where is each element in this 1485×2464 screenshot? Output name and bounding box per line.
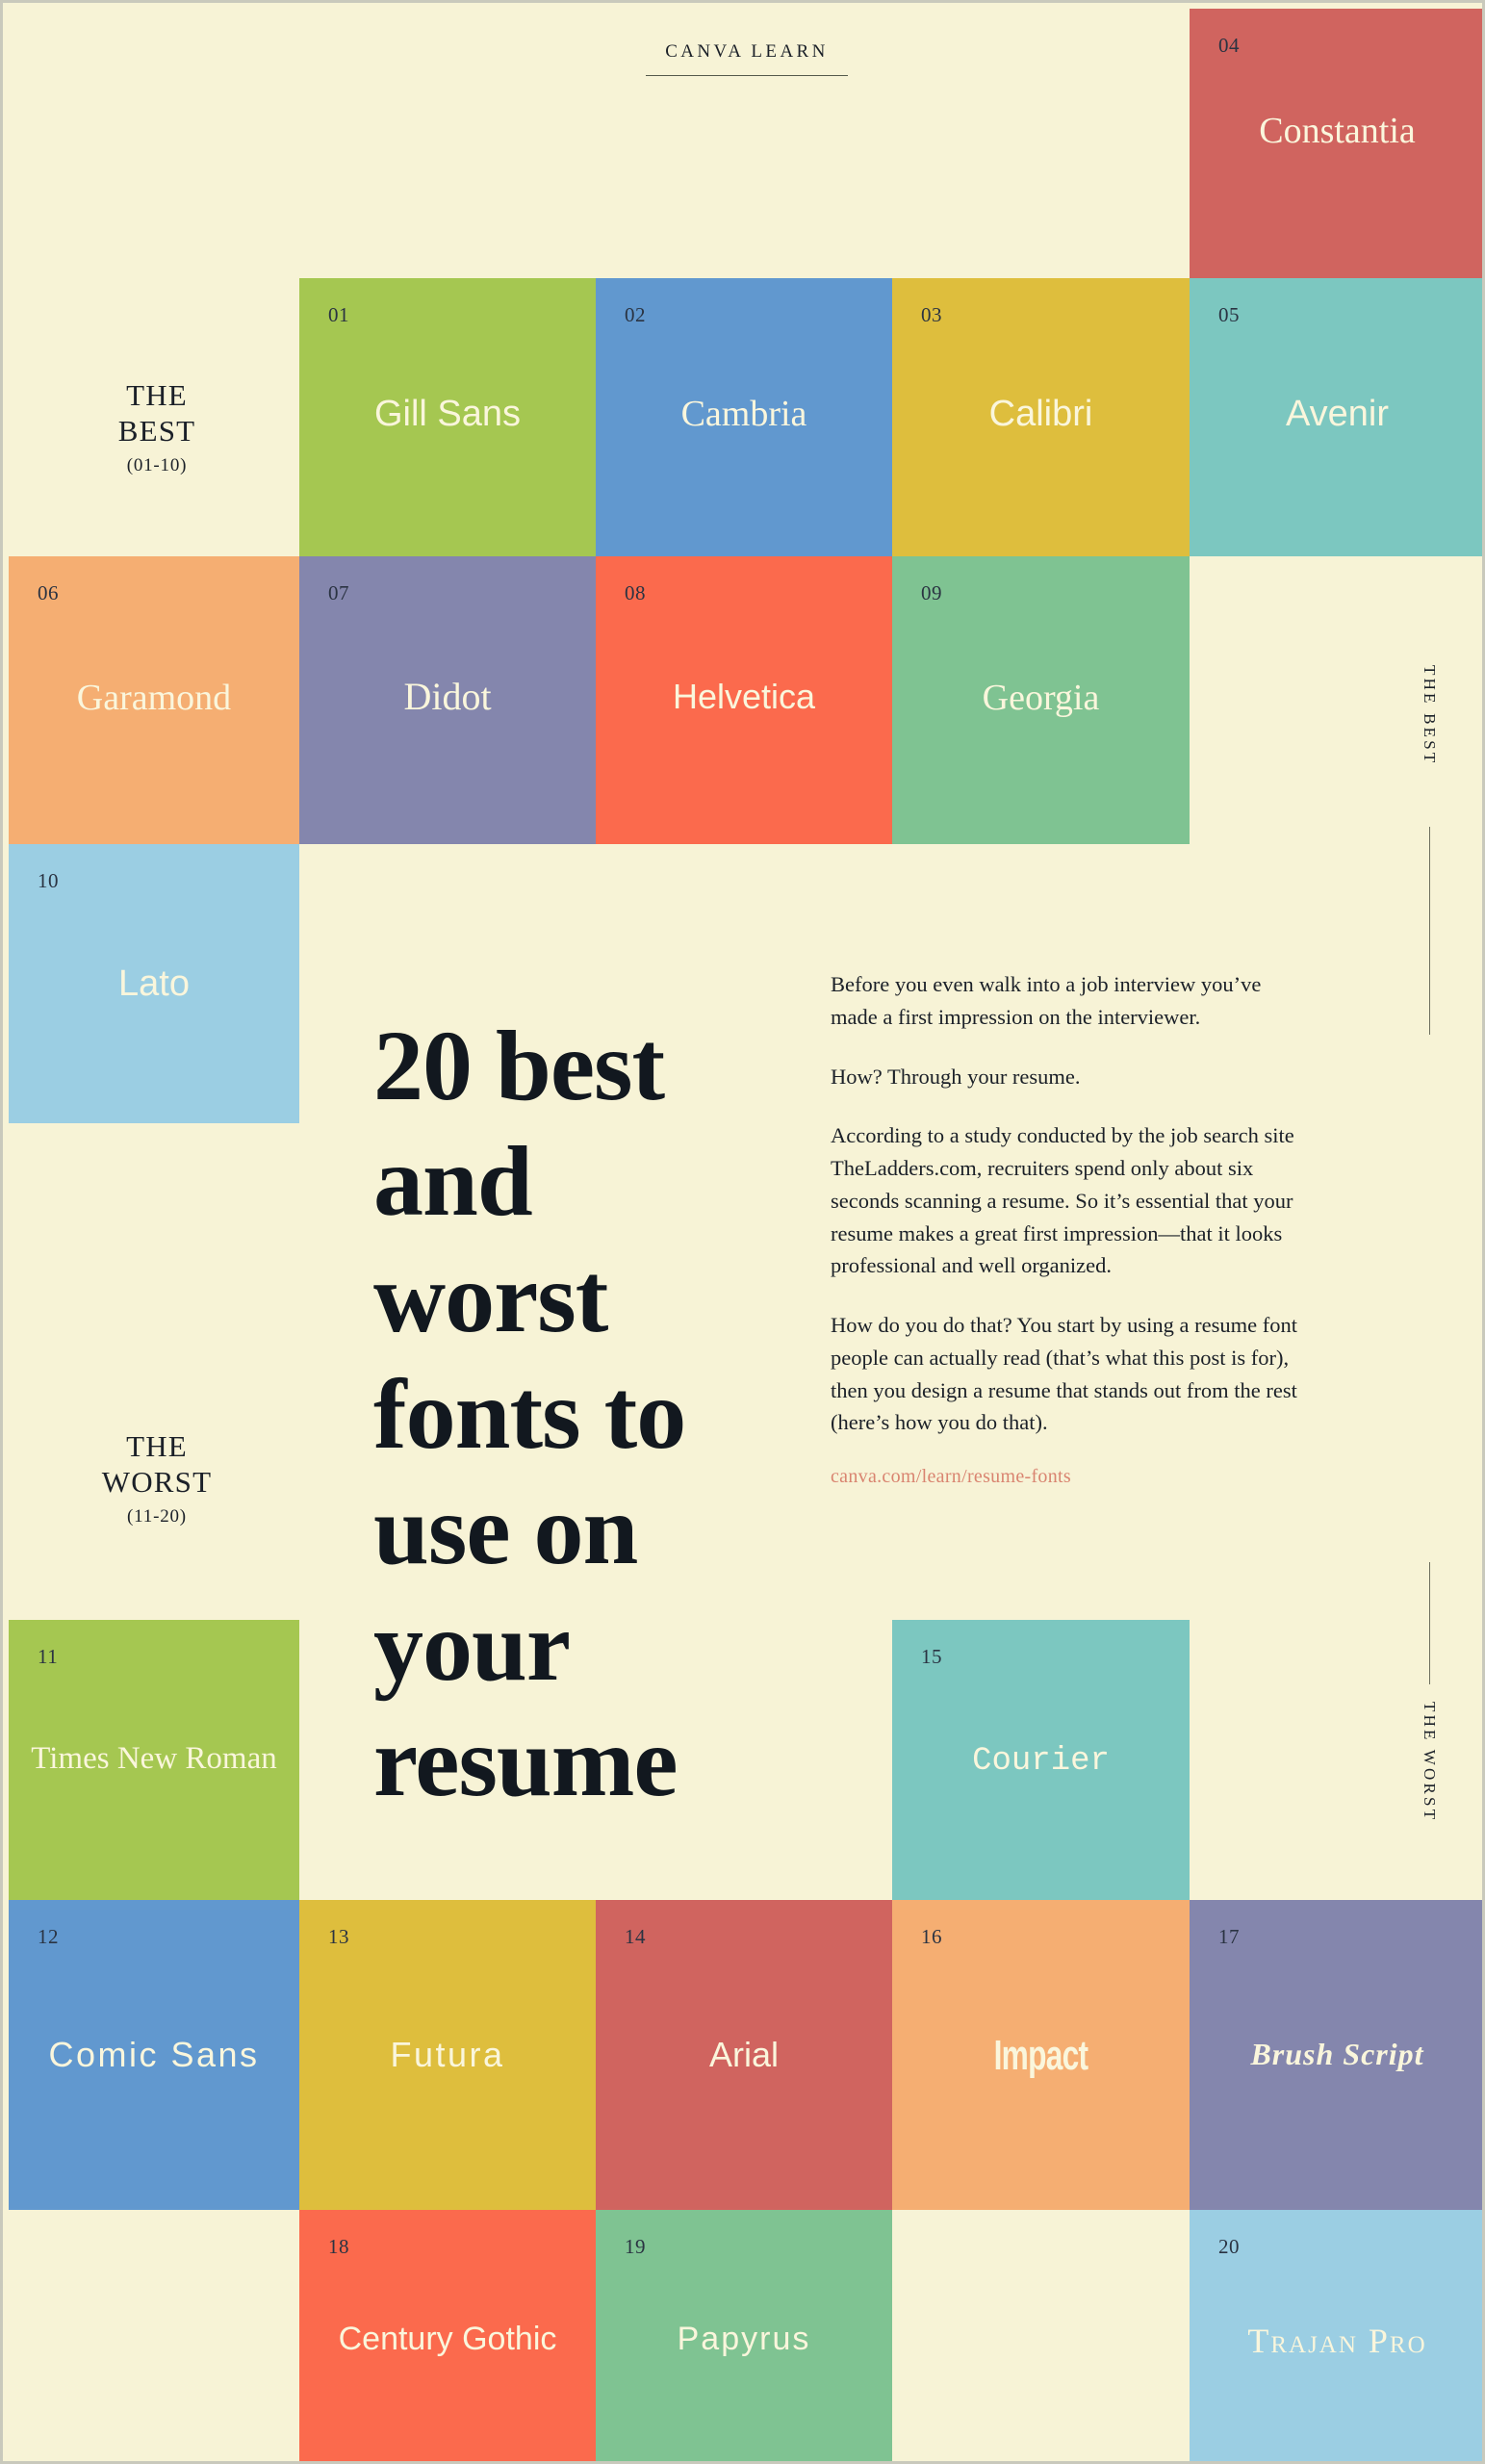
font-name: Constantia xyxy=(1259,111,1416,151)
font-name: Avenir xyxy=(1285,394,1390,434)
font-number: 06 xyxy=(38,581,59,604)
font-name: Comic Sans xyxy=(48,2035,260,2074)
font-number: 04 xyxy=(1218,34,1240,57)
font-cell-09[interactable]: 09 Georgia xyxy=(892,556,1190,844)
font-name: Papyrus xyxy=(677,2321,811,2357)
font-cell-13[interactable]: 13 Futura xyxy=(299,1900,596,2210)
font-name: Trajan Pro xyxy=(1247,2322,1427,2360)
font-cell-03[interactable]: 03 Calibri xyxy=(892,278,1190,556)
font-cell-15[interactable]: 15 Courier xyxy=(892,1620,1190,1900)
font-name: Cambria xyxy=(680,394,807,434)
font-cell-04[interactable]: 04 Constantia xyxy=(1190,9,1482,278)
font-number: 17 xyxy=(1218,1925,1240,1948)
font-cell-06[interactable]: 06 Garamond xyxy=(9,556,299,844)
paragraph-2: How? Through your resume. xyxy=(831,1064,1081,1089)
font-cell-17[interactable]: 17 Brush Script xyxy=(1190,1900,1482,2210)
font-number: 13 xyxy=(328,1925,349,1948)
section-label-best-line1: THE xyxy=(126,378,188,412)
font-cell-18[interactable]: 18 Century Gothic xyxy=(299,2210,596,2461)
font-name: Didot xyxy=(403,675,492,718)
font-name: Century Gothic xyxy=(338,2321,557,2357)
font-name: Futura xyxy=(390,2035,505,2074)
font-number: 16 xyxy=(921,1925,942,1948)
font-cell-20[interactable]: 20 Trajan Pro xyxy=(1190,2210,1482,2461)
font-name: Gill Sans xyxy=(373,394,522,434)
font-name: Calibri xyxy=(988,394,1093,434)
font-cell-05[interactable]: 05 Avenir xyxy=(1190,278,1482,556)
font-number: 03 xyxy=(921,303,942,326)
rail-line-top xyxy=(1429,827,1430,1035)
section-label-best-range: (01-10) xyxy=(126,455,188,476)
font-cell-14[interactable]: 14 Arial xyxy=(596,1900,892,2210)
section-label-worst-line2: WORST xyxy=(101,1464,213,1499)
font-cell-02[interactable]: 02 Cambria xyxy=(596,278,892,556)
font-name: Courier xyxy=(972,1743,1110,1780)
section-label-worst: THE WORST (11-20) xyxy=(9,1429,305,1527)
section-label-worst-line1: THE xyxy=(126,1429,188,1463)
section-label-worst-range: (11-20) xyxy=(127,1506,187,1527)
font-name: Brush Script xyxy=(1250,2037,1424,2071)
font-cell-10[interactable]: 10 Lato xyxy=(9,844,299,1123)
font-number: 12 xyxy=(38,1925,59,1948)
font-name: Times New Roman xyxy=(31,1741,277,1776)
font-number: 19 xyxy=(625,2235,646,2258)
paragraph-3: According to a study conducted by the jo… xyxy=(831,1123,1294,1278)
font-number: 09 xyxy=(921,581,942,604)
font-number: 08 xyxy=(625,581,646,604)
vertical-label-best: THE BEST xyxy=(1421,665,1439,766)
rail-line-bottom xyxy=(1429,1562,1430,1684)
font-number: 11 xyxy=(38,1645,59,1668)
font-number: 02 xyxy=(625,303,646,326)
font-name: Impact xyxy=(993,2032,1089,2079)
font-number: 07 xyxy=(328,581,349,604)
font-number: 14 xyxy=(625,1925,646,1948)
font-cell-01[interactable]: 01 Gill Sans xyxy=(299,278,596,556)
font-cell-19[interactable]: 19 Papyrus xyxy=(596,2210,892,2461)
article-url-link[interactable]: canva.com/learn/resume-fonts xyxy=(831,1466,1312,1488)
font-number: 01 xyxy=(328,303,349,326)
font-number: 18 xyxy=(328,2235,349,2258)
font-cell-11[interactable]: 11 Times New Roman xyxy=(9,1620,299,1900)
font-number: 20 xyxy=(1218,2235,1240,2258)
font-cell-07[interactable]: 07 Didot xyxy=(299,556,596,844)
font-cell-16[interactable]: 16 Impact xyxy=(892,1900,1190,2210)
font-number: 15 xyxy=(921,1645,942,1668)
section-label-best: THE BEST (01-10) xyxy=(9,378,305,476)
font-cell-12[interactable]: 12 Comic Sans xyxy=(9,1900,299,2210)
font-name: Garamond xyxy=(76,678,232,718)
brand-label: CANVA LEARN xyxy=(646,41,848,76)
font-name: Arial xyxy=(708,2035,780,2074)
section-label-best-line2: BEST xyxy=(117,413,196,448)
font-number: 05 xyxy=(1218,303,1240,326)
paragraph-4: How do you do that? You start by using a… xyxy=(831,1313,1297,1435)
font-name: Helvetica xyxy=(672,677,816,716)
intro-copy: Before you even walk into a job intervie… xyxy=(831,968,1312,1488)
page-title: 20 best and worst fonts to use on your r… xyxy=(373,1010,686,1818)
vertical-label-worst: THE WORST xyxy=(1421,1702,1439,1823)
font-number: 10 xyxy=(38,869,59,892)
font-name: Lato xyxy=(118,963,190,1004)
paragraph-1: Before you even walk into a job intervie… xyxy=(831,972,1262,1029)
infographic-page: CANVA LEARN 04 Constantia 01 Gill Sans 0… xyxy=(0,0,1485,2464)
font-cell-08[interactable]: 08 Helvetica xyxy=(596,556,892,844)
font-name: Georgia xyxy=(982,678,1100,718)
